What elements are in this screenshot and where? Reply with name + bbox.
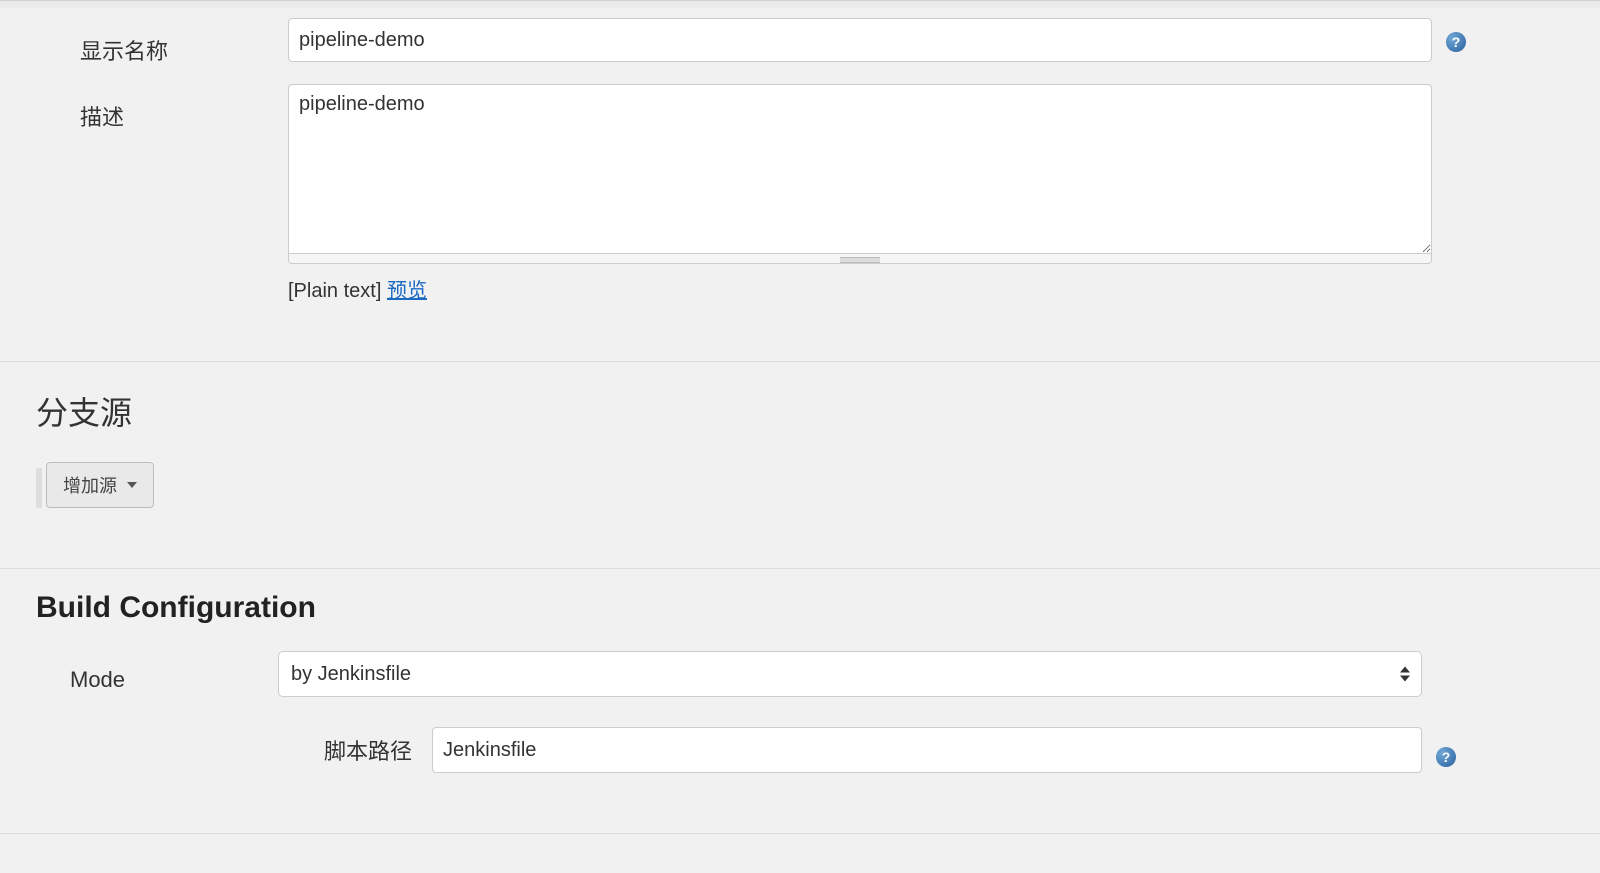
mode-control-wrap: by Jenkinsfile bbox=[278, 651, 1582, 697]
script-path-input[interactable] bbox=[432, 727, 1422, 773]
add-source-wrap: 增加源 bbox=[0, 434, 1600, 538]
description-label: 描述 bbox=[42, 84, 288, 132]
add-source-button-label: 增加源 bbox=[63, 472, 117, 498]
mode-select[interactable]: by Jenkinsfile bbox=[278, 651, 1422, 697]
textarea-resize-bar[interactable] bbox=[288, 254, 1432, 264]
plain-text-label: [Plain text] bbox=[288, 280, 381, 302]
description-textarea[interactable] bbox=[288, 84, 1432, 254]
script-path-label: 脚本路径 bbox=[32, 734, 432, 766]
branch-sources-section: 分支源 增加源 bbox=[0, 362, 1600, 538]
accent-bar bbox=[36, 468, 42, 508]
branch-sources-heading: 分支源 bbox=[0, 362, 1600, 434]
help-icon[interactable]: ? bbox=[1436, 747, 1456, 767]
add-source-button[interactable]: 增加源 bbox=[46, 462, 154, 508]
display-name-row: 显示名称 ? bbox=[10, 18, 1590, 66]
caret-down-icon bbox=[127, 482, 137, 488]
description-control-wrap: [Plain text] 预览 bbox=[288, 84, 1432, 303]
preview-link[interactable]: 预览 bbox=[387, 280, 427, 302]
mode-select-wrap: by Jenkinsfile bbox=[278, 651, 1422, 697]
general-section: 显示名称 ? 描述 [Plain text] 预览 bbox=[0, 8, 1600, 331]
script-path-row: 脚本路径 ? bbox=[0, 727, 1600, 773]
config-page: 显示名称 ? 描述 [Plain text] 预览 分支源 增加源 bbox=[0, 0, 1600, 873]
display-name-control-wrap: ? bbox=[288, 18, 1572, 62]
help-icon[interactable]: ? bbox=[1446, 32, 1466, 52]
description-format-row: [Plain text] 预览 bbox=[288, 274, 1432, 303]
mode-label: Mode bbox=[32, 651, 278, 693]
display-name-label: 显示名称 bbox=[42, 18, 288, 66]
build-config-section: Build Configuration Mode by Jenkinsfile … bbox=[0, 569, 1600, 773]
build-config-heading: Build Configuration bbox=[0, 569, 1600, 625]
mode-row: Mode by Jenkinsfile bbox=[0, 651, 1600, 697]
display-name-input[interactable] bbox=[288, 18, 1432, 62]
divider-3 bbox=[0, 833, 1600, 834]
description-row: 描述 [Plain text] 预览 bbox=[10, 84, 1590, 303]
top-divider bbox=[0, 0, 1600, 8]
